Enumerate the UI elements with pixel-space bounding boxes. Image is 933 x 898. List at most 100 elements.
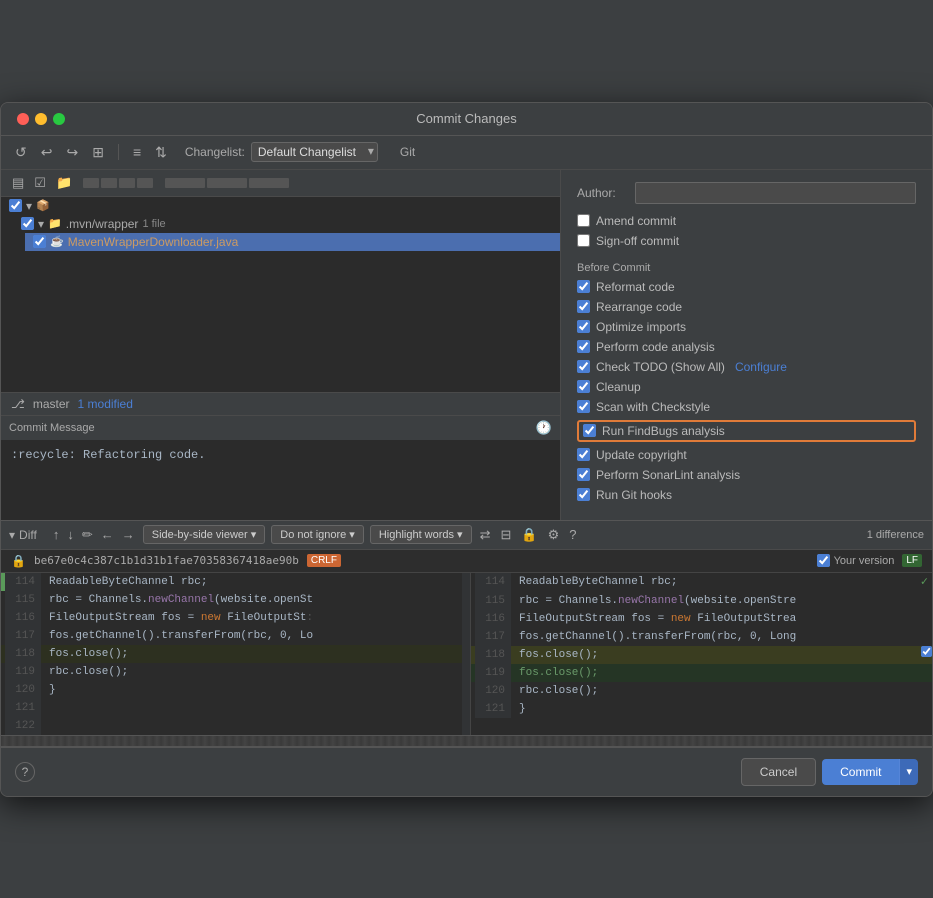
diff-prev-icon[interactable]: ← <box>99 525 116 544</box>
file-checkbox[interactable] <box>33 235 46 248</box>
diff-left-line-121: 121 <box>1 699 462 717</box>
clock-icon[interactable]: 🕐 <box>536 420 552 436</box>
githooks-label: Run Git hooks <box>596 488 672 502</box>
signoff-checkbox[interactable] <box>577 234 590 247</box>
main-content: ▤ ☑ 📁 ▾ <box>1 170 932 520</box>
findbugs-label: Run FindBugs analysis <box>602 424 725 438</box>
signoff-label: Sign-off commit <box>596 234 679 248</box>
checkstyle-checkbox[interactable] <box>577 400 590 413</box>
ignore-label: Do not ignore <box>280 529 346 541</box>
changelist-wrapper[interactable]: Default Changelist <box>251 142 378 162</box>
diff-columns-icon[interactable]: ⊟ <box>498 525 513 545</box>
java-file-icon: ☕ <box>50 235 64 248</box>
diff-lock-icon[interactable]: 🔒 <box>519 525 539 545</box>
optimize-checkbox[interactable] <box>577 320 590 333</box>
diff-settings-icon[interactable]: ⚙ <box>546 525 562 545</box>
sort-icon[interactable]: ⇅ <box>151 142 171 163</box>
commit-dropdown-arrow[interactable]: ▾ <box>899 759 918 785</box>
rearrange-checkbox[interactable] <box>577 300 590 313</box>
diff-up-icon[interactable]: ↑ <box>51 525 62 544</box>
diff-version-checkbox[interactable] <box>817 554 830 567</box>
ignore-select[interactable]: Do not ignore ▾ <box>271 525 364 544</box>
diff-label: Diff <box>19 528 37 542</box>
rearrange-label: Rearrange code <box>596 300 682 314</box>
group-icon[interactable]: ⊞ <box>88 142 108 163</box>
diff-right-encoding: LF <box>902 554 922 567</box>
todo-label: Check TODO (Show All) <box>596 360 725 374</box>
right-green-check: ✓ <box>921 573 932 592</box>
sonarlint-checkbox[interactable] <box>577 468 590 481</box>
analysis-label: Perform code analysis <box>596 340 715 354</box>
highlight-select[interactable]: Highlight words ▾ <box>370 525 472 544</box>
diff-edit-icon[interactable]: ✏ <box>80 525 95 545</box>
diff-toggle[interactable]: ▾ Diff <box>9 528 37 542</box>
diff-left-line-122: 122 <box>1 717 462 735</box>
maximize-button[interactable] <box>53 113 65 125</box>
amend-commit-checkbox[interactable] <box>577 214 590 227</box>
diff-right-line-114: 114 ReadableByteChannel rbc; ✓ <box>471 573 932 592</box>
option-todo-row: Check TODO (Show All) Configure <box>577 360 916 374</box>
analysis-checkbox[interactable] <box>577 340 590 353</box>
git-label: Git <box>400 145 415 159</box>
minimize-button[interactable] <box>35 113 47 125</box>
option-optimize-row: Optimize imports <box>577 320 916 334</box>
sonarlint-label: Perform SonarLint analysis <box>596 468 740 482</box>
diff-lock-icon2: 🔒 <box>11 554 26 568</box>
tree-file-row[interactable]: ☕ MavenWrapperDownloader.java <box>25 233 560 251</box>
changed-checkbox <box>921 646 932 664</box>
option-githooks-row: Run Git hooks <box>577 488 916 502</box>
diff-left-line-114: 114 ReadableByteChannel rbc; <box>1 573 462 591</box>
ignore-arrow: ▾ <box>349 528 355 541</box>
commit-message-header: Commit Message 🕐 <box>1 416 560 440</box>
author-label: Author: <box>577 186 627 200</box>
modified-count[interactable]: 1 modified <box>78 397 133 411</box>
tree-mvn-row[interactable]: ▾ 📁 .mvn/wrapper 1 file <box>13 215 560 233</box>
changelist-select[interactable]: Default Changelist <box>251 142 378 162</box>
option-findbugs-row: Run FindBugs analysis <box>577 420 916 442</box>
cancel-button[interactable]: Cancel <box>741 758 816 786</box>
diff-sync-icon[interactable]: ⇄ <box>478 525 493 545</box>
undo-icon[interactable]: ↩ <box>37 142 57 163</box>
diff-help-icon[interactable]: ? <box>567 525 578 544</box>
diff-left-line-120: 120 } <box>1 681 462 699</box>
githooks-checkbox[interactable] <box>577 488 590 501</box>
diff-right-line-117: 117 fos.getChannel().transferFrom(rbc, 0… <box>471 628 932 646</box>
diff-next-icon[interactable]: → <box>120 525 137 544</box>
refresh-icon[interactable]: ↺ <box>11 142 31 163</box>
cleanup-checkbox[interactable] <box>577 380 590 393</box>
commit-button[interactable]: Commit <box>822 759 899 785</box>
redo-icon[interactable]: ↪ <box>62 142 82 163</box>
author-input[interactable] <box>635 182 916 204</box>
help-button[interactable]: ? <box>15 762 35 782</box>
commit-message-section: Commit Message 🕐 :recycle: Refactoring c… <box>1 416 560 520</box>
copyright-checkbox[interactable] <box>577 448 590 461</box>
highlight-arrow: ▾ <box>457 528 463 541</box>
diff-left-line-116: 116 FileOutputStream fos = new FileOutpu… <box>1 609 462 627</box>
tree-folder-icon[interactable]: 📁 <box>53 174 75 192</box>
todo-checkbox[interactable] <box>577 360 590 373</box>
amend-commit-label: Amend commit <box>596 214 676 228</box>
tree-expand-icon[interactable]: ▤ <box>9 174 27 192</box>
tree-root-row[interactable]: ▾ 📦 <box>1 197 560 215</box>
diff-right-label: Your version <box>834 555 895 567</box>
mvn-checkbox[interactable] <box>21 217 34 230</box>
configure-link[interactable]: Configure <box>735 360 787 374</box>
diff-left-line-117: 117 fos.getChannel().transferFrom(rbc, 0… <box>1 627 462 645</box>
root-checkbox[interactable] <box>9 199 22 212</box>
diff-right-line-115: 115 rbc = Channels.newChannel(website.op… <box>471 592 932 610</box>
signoff-row: Sign-off commit <box>577 234 916 248</box>
mvn-folder-name: .mvn/wrapper <box>66 217 139 231</box>
wavy-separator <box>1 735 932 747</box>
findbugs-checkbox[interactable] <box>583 424 596 437</box>
tree-check-icon[interactable]: ☑ <box>31 174 49 192</box>
branch-name: master <box>33 397 70 411</box>
commit-message-label: Commit Message <box>9 422 95 434</box>
diff-center <box>462 573 470 735</box>
commit-message-input[interactable]: :recycle: Refactoring code. <box>1 440 560 520</box>
toolbar: ↺ ↩ ↪ ⊞ ≡ ⇅ Changelist: Default Changeli… <box>1 136 932 170</box>
close-button[interactable] <box>17 113 29 125</box>
list-icon[interactable]: ≡ <box>129 142 145 162</box>
diff-down-icon[interactable]: ↓ <box>65 525 76 544</box>
reformat-checkbox[interactable] <box>577 280 590 293</box>
viewer-select[interactable]: Side-by-side viewer ▾ <box>143 525 266 544</box>
